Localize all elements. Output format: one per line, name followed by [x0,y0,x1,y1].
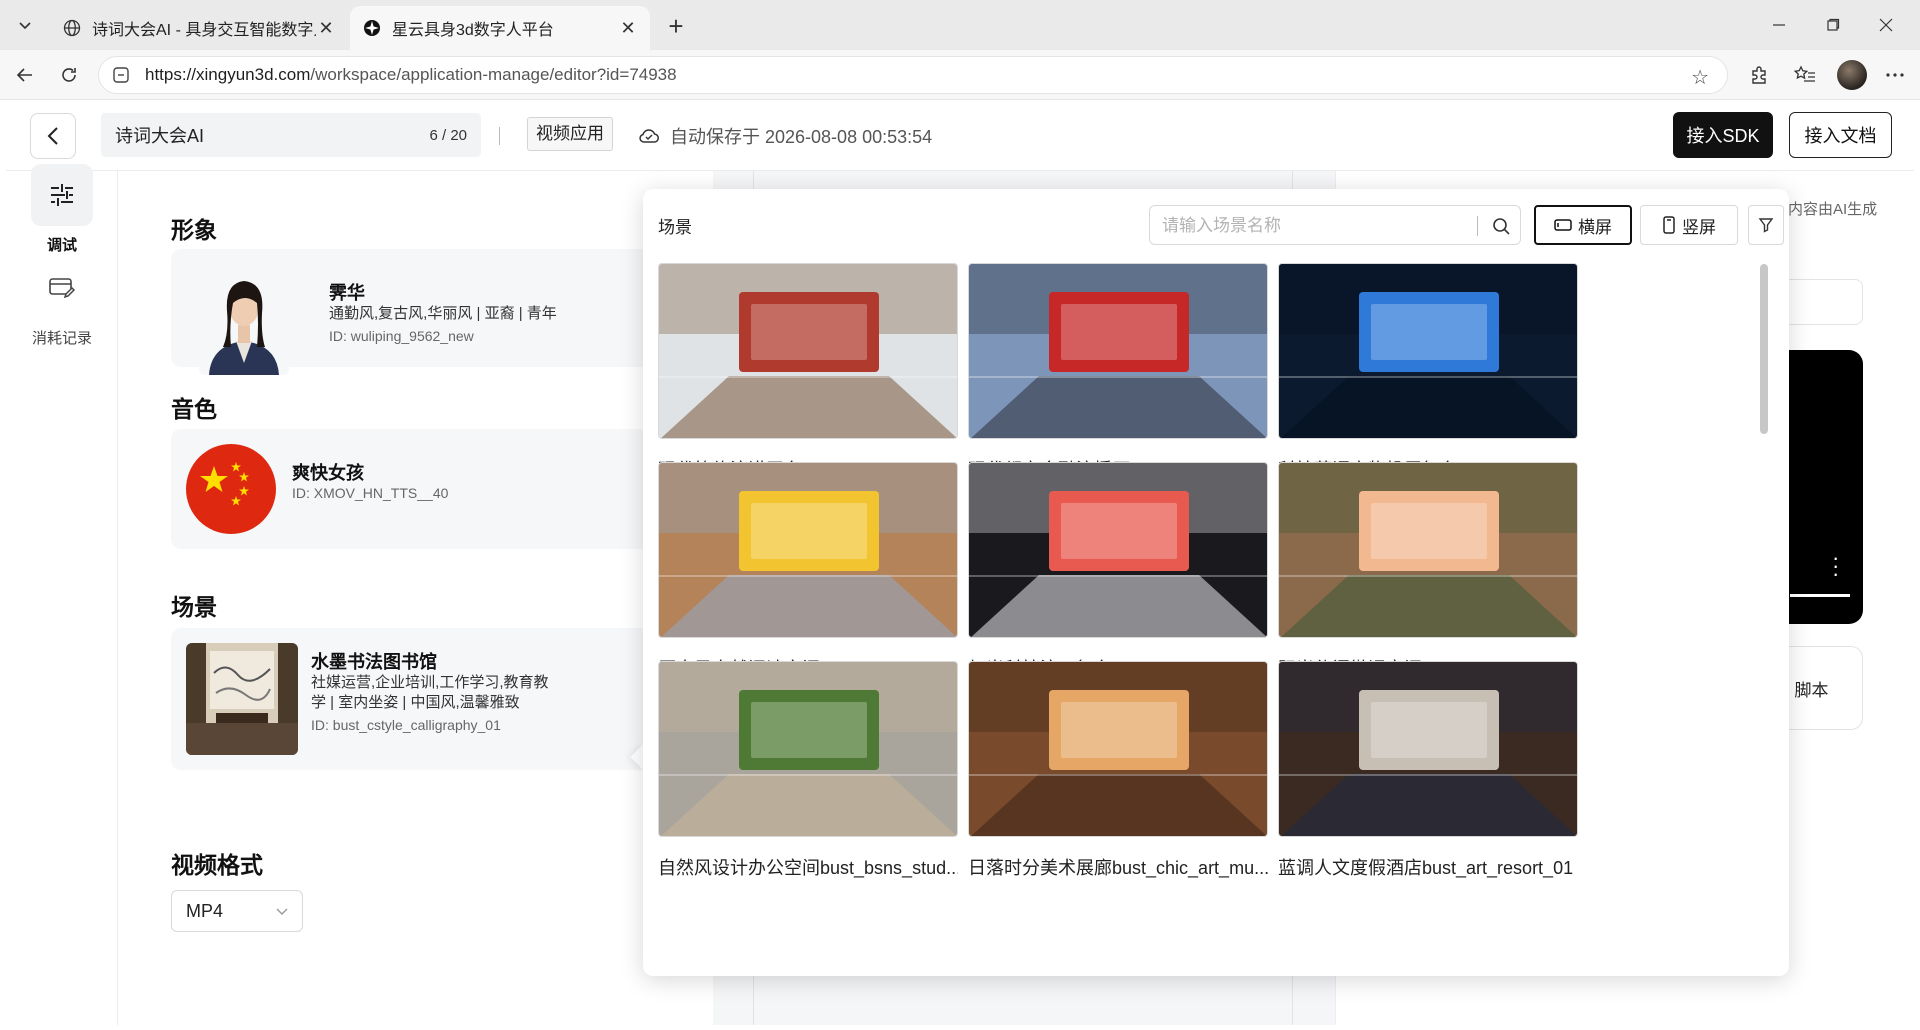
china-flag-image [186,444,276,534]
scene-title: 自然风设计办公空间bust_bsns_stud... [658,858,958,878]
scrollbar-thumb[interactable] [1760,264,1768,434]
globe-icon [62,18,82,38]
scene-id: ID: bust_cstyle_calligraphy_01 [311,717,501,733]
tab-actions-chevron-icon[interactable] [8,9,42,41]
back-button[interactable] [30,113,76,159]
scene-preview-image [1278,661,1578,837]
settings-panel: 形象 霁华 通勤风,复古风,华丽风 | 亚裔 | 青年 ID: wuliping… [118,171,713,1025]
scene-title: 蓝调人文度假酒店bust_art_resort_01 [1278,858,1574,878]
scene-preview-image [968,462,1268,638]
landscape-screen-icon [1554,218,1572,232]
app-header: 诗词大会AI 6 / 20 视频应用 自动保存于 2026-08-08 00:5… [6,101,1914,171]
scene-thumbnail-image [186,643,298,755]
avatar-name: 霁华 [329,283,365,303]
reload-icon[interactable] [53,59,85,91]
scene-grid: 现代简约演讲平台sstage_high_mod...现代都市金融演播厅Atele… [658,263,1758,971]
portrait-screen-icon [1662,216,1676,234]
scene-preview-image [968,661,1268,837]
scene-preview-image [658,462,958,638]
scene-preview-image [658,661,958,837]
chevron-down-icon [276,904,288,919]
app-type-badge: 视频应用 [527,117,613,151]
voice-name: 爽快女孩 [292,463,364,483]
browser-tab-bar: 诗词大会AI - 具身交互智能数字人平台 ✕ 星云具身3d数字人平台 ✕ + [0,0,1920,50]
format-section-title: 视频格式 [171,852,263,878]
close-window-icon[interactable] [1866,10,1906,40]
scene-title: 日落时分美术展廊bust_chic_art_mu... [968,858,1268,878]
search-divider [1477,216,1478,236]
app-name-value: 诗词大会AI [115,126,205,146]
autosave-status: 自动保存于 2026-08-08 00:53:54 [638,123,932,149]
filter-icon [1758,218,1774,233]
favorite-star-icon[interactable]: ☆ [1691,65,1709,90]
progress-bar [1790,594,1850,597]
browser-tab-inactive[interactable]: 诗词大会AI - 具身交互智能数字人平台 ✕ [50,6,348,50]
left-nav-rail: 调试 消耗记录 [6,164,118,1025]
app-name-input[interactable]: 诗词大会AI 6 / 20 [101,113,481,157]
sliders-icon [31,164,93,226]
more-options-icon[interactable] [1880,60,1910,90]
scene-preview-image [1278,263,1578,439]
close-tab-icon[interactable]: ✕ [316,18,336,39]
avatar-id: ID: wuliping_9562_new [329,328,474,344]
profile-avatar[interactable] [1837,60,1867,90]
header-divider [499,127,500,145]
maximize-window-icon[interactable] [1813,10,1853,40]
voice-section-title: 音色 [171,396,217,422]
format-value: MP4 [186,900,224,921]
scene-preview-image [658,263,958,439]
extensions-puzzle-icon[interactable] [1744,60,1774,90]
scene-search-input[interactable] [1162,214,1462,238]
url-field[interactable]: https://xingyun3d.com/workspace/applicat… [98,56,1728,94]
rail-item-usage-records[interactable]: 消耗记录 [6,257,118,348]
new-tab-plus-icon[interactable]: + [660,10,692,42]
scene-picker-popup: 场景 横屏 竖屏 现代简约演讲平台sstage_high_mod...现代都市金… [643,189,1789,976]
cloud-icon [638,127,660,145]
scene-tags: 社媒运营,企业培训,工作学习,教育教学 | 室内坐姿 | 中国风,温馨雅致 [311,674,549,711]
video-format-select[interactable]: MP4 [171,890,303,932]
scene-section-title: 场景 [171,594,217,620]
close-tab-icon[interactable]: ✕ [618,18,638,39]
name-char-counter: 6 / 20 [429,126,467,144]
integrate-sdk-button[interactable]: 接入SDK [1673,112,1773,158]
scene-preview-image [1278,462,1578,638]
avatar-tags: 通勤风,复古风,华丽风 | 亚裔 | 青年 [329,305,557,322]
url-text: https://xingyun3d.com/workspace/applicat… [145,65,677,84]
scene-name: 水墨书法图书馆 [311,652,437,672]
portrait-label: 竖屏 [1682,217,1716,237]
browser-address-bar: https://xingyun3d.com/workspace/applicat… [0,50,1920,100]
more-vertical-icon[interactable]: · · · [1832,547,1839,585]
favorites-list-icon[interactable] [1790,60,1820,90]
landscape-label: 横屏 [1578,217,1612,237]
autosave-text: 自动保存于 2026-08-08 00:53:54 [670,127,933,147]
portrait-toggle-button[interactable]: 竖屏 [1640,205,1738,245]
browser-tab-active[interactable]: 星云具身3d数字人平台 ✕ [350,6,650,50]
ai-generated-note: 内容由AI生成 [1788,201,1878,218]
integration-docs-button[interactable]: 接入文档 [1789,112,1892,158]
minimize-window-icon[interactable] [1759,10,1799,40]
card-edit-icon [31,257,93,319]
avatar-section-title: 形象 [171,217,217,243]
scene-card-selected[interactable]: 水墨书法图书馆 社媒运营,企业培训,工作学习,教育教学 | 室内坐姿 | 中国风… [171,628,691,770]
landscape-toggle-button[interactable]: 横屏 [1534,205,1632,245]
rail-label: 调试 [46,237,77,254]
site-info-icon[interactable] [111,65,131,85]
scene-search-box [1149,205,1521,245]
voice-card[interactable]: 爽快女孩 ID: XMOV_HN_TTS__40 [171,429,691,549]
rail-item-debug[interactable]: 调试 [6,164,118,255]
chevron-left-icon [47,127,58,145]
tab-title: 星云具身3d数字人平台 [392,22,554,39]
search-icon[interactable] [1490,215,1512,237]
site-logo-icon [362,18,382,38]
avatar-card[interactable]: 霁华 通勤风,复古风,华丽风 | 亚裔 | 青年 ID: wuliping_95… [171,249,691,375]
back-arrow-icon[interactable] [9,59,41,91]
filter-button[interactable] [1748,205,1784,245]
avatar-portrait-image [199,263,289,375]
popup-title: 场景 [658,218,692,237]
scene-preview-image [968,263,1268,439]
rail-label: 消耗记录 [31,330,92,347]
voice-id: ID: XMOV_HN_TTS__40 [292,485,449,501]
tab-title: 诗词大会AI - 具身交互智能数字人平台 [92,22,316,39]
